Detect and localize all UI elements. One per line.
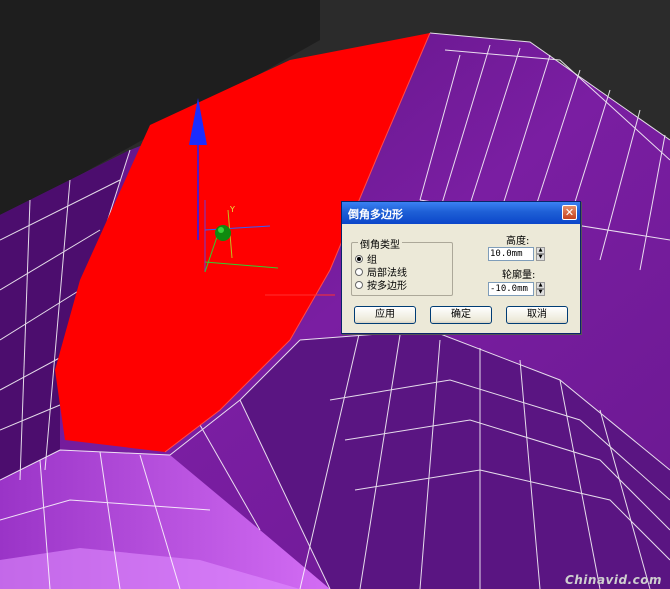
gizmo-center-icon[interactable]	[215, 225, 231, 241]
outline-spinner[interactable]: -10.0mm ▲ ▼	[488, 282, 545, 296]
outline-spinner-arrows[interactable]: ▲ ▼	[536, 282, 545, 296]
height-label: 高度:	[506, 236, 530, 247]
apply-button[interactable]: 应用	[354, 306, 416, 324]
radio-by-polygon-option[interactable]: 按多边形	[355, 278, 407, 292]
y-axis-label: Y	[229, 205, 235, 214]
bevel-type-group: 倒角类型 组 局部法线 按多边形	[351, 236, 453, 296]
radio-icon[interactable]	[355, 280, 363, 289]
height-spinner-arrows[interactable]: ▲ ▼	[536, 247, 545, 261]
radio-icon[interactable]	[355, 267, 363, 276]
dialog-title: 倒角多边形	[348, 208, 403, 221]
cancel-button[interactable]: 取消	[506, 306, 568, 324]
spin-down-icon[interactable]: ▼	[536, 254, 545, 261]
ok-button[interactable]: 确定	[430, 306, 492, 324]
radio-label: 按多边形	[367, 281, 407, 292]
spin-up-icon[interactable]: ▲	[536, 247, 545, 254]
spin-down-icon[interactable]: ▼	[536, 289, 545, 296]
height-spinner[interactable]: 10.0mm ▲ ▼	[488, 247, 545, 261]
spin-up-icon[interactable]: ▲	[536, 282, 545, 289]
radio-icon[interactable]	[355, 254, 363, 263]
outline-label: 轮廓量:	[502, 270, 536, 281]
close-icon: ✕	[564, 206, 575, 219]
bevel-polygon-dialog[interactable]: 倒角多边形 ✕ 倒角类型 组 局部法线 按多边形 高度: 10.0mm ▲ ▼ …	[341, 201, 581, 334]
dialog-titlebar[interactable]: 倒角多边形 ✕	[342, 202, 580, 224]
watermark: Chinavid.com	[564, 573, 662, 587]
bevel-type-label: 倒角类型	[358, 236, 402, 251]
height-input[interactable]: 10.0mm	[488, 247, 534, 261]
close-button[interactable]: ✕	[562, 205, 577, 220]
outline-input[interactable]: -10.0mm	[488, 282, 534, 296]
